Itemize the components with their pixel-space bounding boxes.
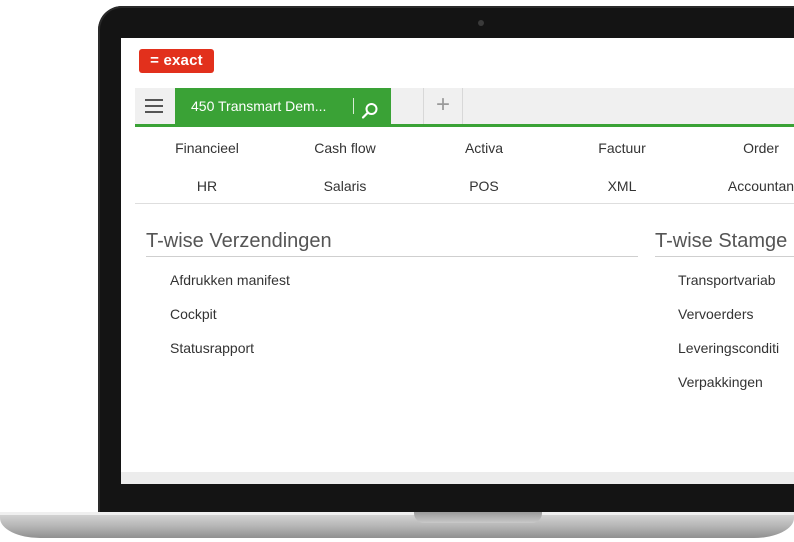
menu-item-cash-flow[interactable]: Cash flow (285, 140, 405, 156)
menu-item-xml[interactable]: XML (562, 178, 682, 194)
link-transportvariabelen[interactable]: Transportvariab (678, 272, 776, 288)
laptop-base-notch (414, 512, 542, 523)
laptop-base (0, 512, 794, 538)
tab-bar: 450 Transmart Dem... + (135, 88, 794, 127)
link-cockpit[interactable]: Cockpit (170, 306, 217, 322)
menu-item-financieel[interactable]: Financieel (147, 140, 267, 156)
menu-item-salaris[interactable]: Salaris (285, 178, 405, 194)
menu-item-order[interactable]: Order (701, 140, 794, 156)
link-afdrukken-manifest[interactable]: Afdrukken manifest (170, 272, 290, 288)
link-vervoerders[interactable]: Vervoerders (678, 306, 753, 322)
section-title-verzendingen: T-wise Verzendingen (146, 230, 332, 252)
menu-item-accountancy[interactable]: Accountan (701, 178, 794, 194)
link-leveringscondities[interactable]: Leveringsconditi (678, 340, 779, 356)
section-title-stamgegevens: T-wise Stamge (655, 230, 788, 252)
company-tab[interactable]: 450 Transmart Dem... (175, 88, 391, 124)
hamburger-icon[interactable] (135, 88, 173, 124)
link-verpakkingen[interactable]: Verpakkingen (678, 374, 763, 390)
link-statusrapport[interactable]: Statusrapport (170, 340, 254, 356)
tab-separator (353, 98, 354, 114)
screen-bottom-bezel (121, 472, 794, 484)
section-divider (146, 256, 638, 257)
menu-item-activa[interactable]: Activa (424, 140, 544, 156)
menu-item-factuur[interactable]: Factuur (562, 140, 682, 156)
menu-item-pos[interactable]: POS (424, 178, 544, 194)
add-tab-button[interactable]: + (423, 88, 463, 124)
section-divider (655, 256, 794, 257)
laptop-base-edge (0, 512, 794, 515)
menu-item-hr[interactable]: HR (147, 178, 267, 194)
module-menu: Financieel Cash flow Activa Factuur Orde… (135, 127, 794, 204)
app-screen: = exact 450 Transmart Dem... + Financiee… (121, 38, 794, 472)
camera-dot (478, 20, 484, 26)
exact-logo[interactable]: = exact (139, 49, 214, 73)
company-tab-label: 450 Transmart Dem... (191, 98, 327, 114)
